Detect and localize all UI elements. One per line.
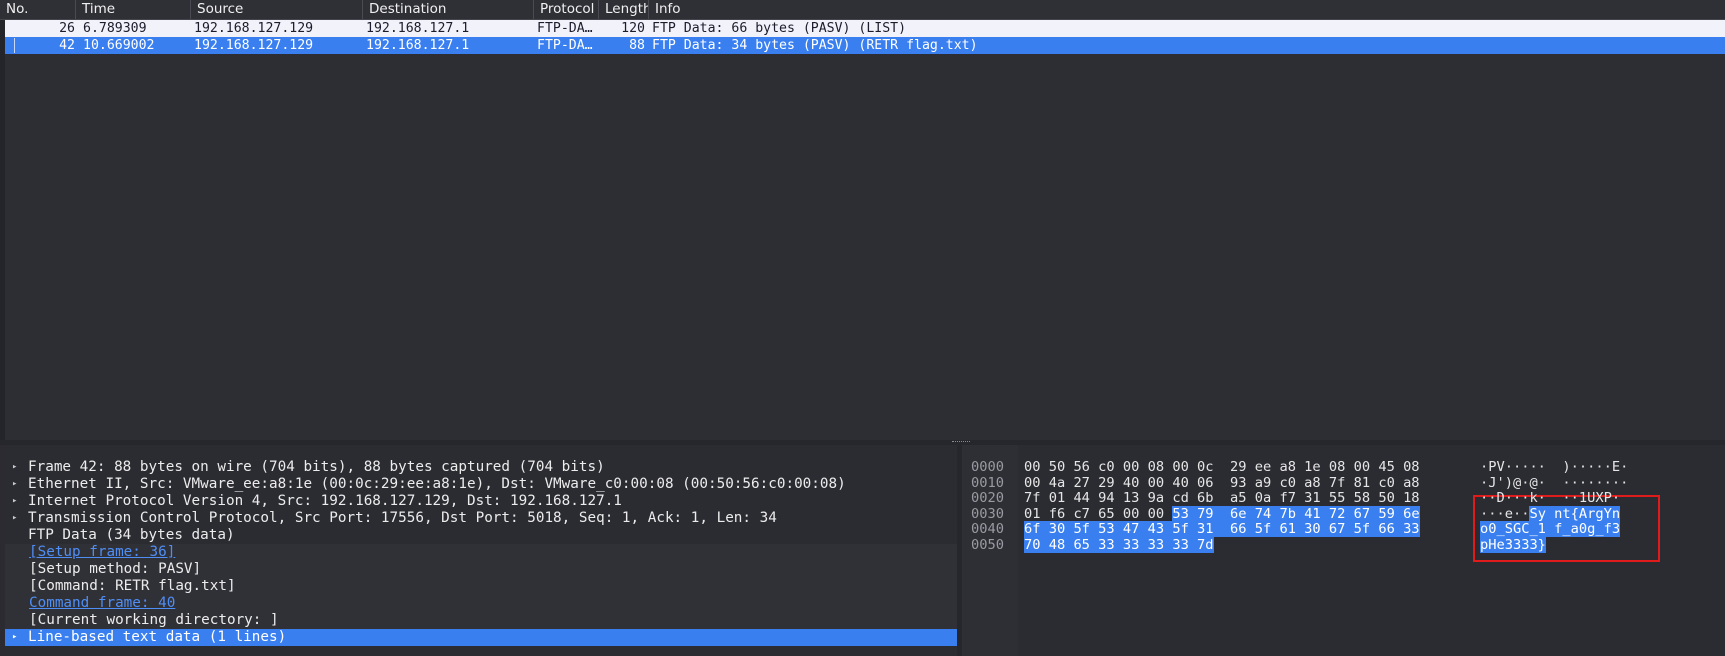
hex-bytes-highlight: 53 79 6e 74 7b 41 72 67 59 6e — [1172, 505, 1420, 522]
tree-item-label: FTP Data (34 bytes data) — [28, 527, 235, 543]
cell-info: FTP Data: 66 bytes (PASV) (LIST) — [652, 21, 907, 36]
tree-item[interactable]: ▸ Line-based text data (1 lines) — [5, 629, 957, 646]
cell-destination: 192.168.127.1 — [366, 21, 470, 36]
packet-row[interactable]: 26 6.789309 192.168.127.129 192.168.127.1 FT… — [5, 20, 1725, 37]
hex-bytes-highlight: 6f 30 5f 53 47 43 5f 31 66 5f 61 30 67 5… — [1024, 521, 1420, 537]
tree-item-label: [Setup method: PASV] — [29, 561, 202, 577]
hex-bytes[interactable]: 00 4a 27 29 40 00 40 06 93 a9 c0 a8 7f 8… — [1024, 475, 1420, 492]
column-header-no[interactable]: No. — [0, 0, 76, 19]
column-header-destination[interactable]: Destination — [363, 0, 534, 19]
hex-ascii[interactable]: ··D···k· ··1UXP· — [1480, 490, 1620, 507]
hex-ascii-highlight: o0_SGC_1 f_a0g_f3 — [1480, 521, 1621, 537]
cell-length: 88 — [629, 38, 645, 53]
hex-bytes[interactable]: 6f 30 5f 53 47 43 5f 31 66 5f 61 30 67 5… — [1024, 521, 1420, 538]
cell-time: 6.789309 — [83, 21, 147, 36]
wireshark-window: No. Time Source Destination Protocol Len… — [0, 0, 1725, 656]
hex-offset: 0000 — [971, 459, 1004, 475]
packet-details-tree[interactable]: ▸ Frame 42: 88 bytes on wire (704 bits), … — [5, 445, 957, 656]
chevron-right-icon[interactable]: ▸ — [12, 476, 20, 493]
cell-length: 120 — [621, 21, 645, 36]
chevron-right-icon[interactable]: ▸ — [12, 510, 20, 527]
tree-item[interactable]: FTP Data (34 bytes data) — [5, 527, 957, 544]
tree-item-link[interactable]: Command frame: 40 — [29, 595, 175, 612]
hex-ascii-highlight: pHe3333} — [1480, 536, 1546, 553]
hex-bytes[interactable]: 70 48 65 33 33 33 33 7d — [1024, 536, 1214, 554]
hex-bytes[interactable]: 00 50 56 c0 00 08 00 0c 29 ee a8 1e 08 0… — [1024, 459, 1420, 476]
packet-list[interactable]: No. Time Source Destination Protocol Len… — [0, 0, 1725, 440]
column-header-info[interactable]: Info — [649, 0, 1725, 19]
tree-item-label: Ethernet II, Src: VMware_ee:a8:1e (00:0c… — [28, 476, 846, 492]
column-header-source[interactable]: Source — [191, 0, 363, 19]
tree-item[interactable]: Command frame: 40 — [5, 595, 957, 612]
hex-offset: 0010 — [971, 474, 1004, 491]
splitter-grip-icon[interactable] — [952, 441, 970, 444]
hex-ascii[interactable]: o0_SGC_1 f_a0g_f3 — [1480, 521, 1621, 538]
cell-time: 10.669002 — [83, 38, 155, 53]
details-top-pad — [5, 445, 957, 459]
hex-offset: 0050 — [971, 536, 1004, 553]
hex-ascii[interactable]: ···e··Sy nt{ArgYn — [1480, 505, 1621, 523]
tree-item[interactable]: [Current working directory: ] — [5, 612, 957, 629]
hex-offset: 0040 — [971, 521, 1004, 537]
tree-item[interactable]: ▸ Transmission Control Protocol, Src Port… — [5, 510, 957, 527]
tree-item[interactable]: [Setup frame: 36] — [5, 544, 957, 561]
hex-bytes[interactable]: 7f 01 44 94 13 9a cd 6b a5 0a f7 31 55 5… — [1024, 490, 1420, 507]
cell-source: 192.168.127.129 — [194, 21, 314, 36]
tree-item-label: Transmission Control Protocol, Src Port:… — [28, 510, 777, 526]
cell-destination: 192.168.127.1 — [366, 38, 470, 53]
tree-item[interactable]: ▸ Internet Protocol Version 4, Src: 192.1… — [5, 493, 957, 510]
cell-source: 192.168.127.129 — [194, 38, 314, 53]
hex-ascii-highlight: Sy nt{ArgYn — [1529, 505, 1621, 522]
packet-list-header: No. Time Source Destination Protocol Len… — [0, 0, 1725, 20]
tree-item[interactable]: ▸ Ethernet II, Src: VMware_ee:a8:1e (00:0… — [5, 476, 957, 493]
chevron-right-icon[interactable]: ▸ — [12, 493, 20, 510]
tree-item[interactable]: [Setup method: PASV] — [5, 561, 957, 578]
packet-row[interactable]: 42 10.669002 192.168.127.129 192.168.127.1 F… — [5, 37, 1725, 54]
chevron-right-icon[interactable]: ▸ — [12, 459, 20, 476]
hex-bytes-highlight: 70 48 65 33 33 33 33 7d — [1024, 536, 1214, 553]
hex-ascii[interactable]: ·J')@·@· ········ — [1480, 475, 1628, 492]
cell-info: FTP Data: 34 bytes (PASV) (RETR flag.txt… — [652, 38, 978, 53]
hex-ascii[interactable]: pHe3333} — [1480, 536, 1546, 554]
tree-item-link[interactable]: [Setup frame: 36] — [29, 544, 175, 561]
packet-bytes-pane[interactable]: 0000 00 50 56 c0 00 08 00 0c 29 ee a8 1e … — [962, 445, 1725, 656]
column-header-protocol[interactable]: Protocol — [534, 0, 599, 19]
tree-item-label: Frame 42: 88 bytes on wire (704 bits), 8… — [28, 459, 605, 475]
cell-protocol: FTP-DA… — [537, 21, 593, 36]
cell-protocol: FTP-DA… — [537, 38, 593, 53]
packet-list-gutter — [0, 20, 5, 440]
tree-item-label: [Current working directory: ] — [29, 612, 279, 628]
cell-no: 26 — [59, 21, 75, 36]
column-header-length[interactable]: Length — [599, 0, 649, 19]
chevron-right-icon[interactable]: ▸ — [12, 629, 20, 646]
cell-no: 42 — [59, 38, 75, 53]
tree-item-label: Line-based text data (1 lines) — [28, 629, 287, 645]
hex-bytes[interactable]: 01 f6 c7 65 00 00 53 79 6e 74 7b 41 72 6… — [1024, 505, 1420, 523]
packet-rows: 26 6.789309 192.168.127.129 192.168.127.1 FT… — [5, 20, 1725, 54]
tree-item-label: [Command: RETR flag.txt] — [29, 578, 236, 594]
tree-item-label: Internet Protocol Version 4, Src: 192.16… — [28, 493, 622, 509]
tree-item[interactable]: ▸ Frame 42: 88 bytes on wire (704 bits), … — [5, 459, 957, 476]
hex-offset: 0020 — [971, 490, 1004, 506]
hex-ascii[interactable]: ·PV····· )·····E· — [1480, 459, 1628, 476]
tree-item[interactable]: [Command: RETR flag.txt] — [5, 578, 957, 595]
hex-offset: 0030 — [971, 505, 1004, 522]
column-header-time[interactable]: Time — [76, 0, 191, 19]
